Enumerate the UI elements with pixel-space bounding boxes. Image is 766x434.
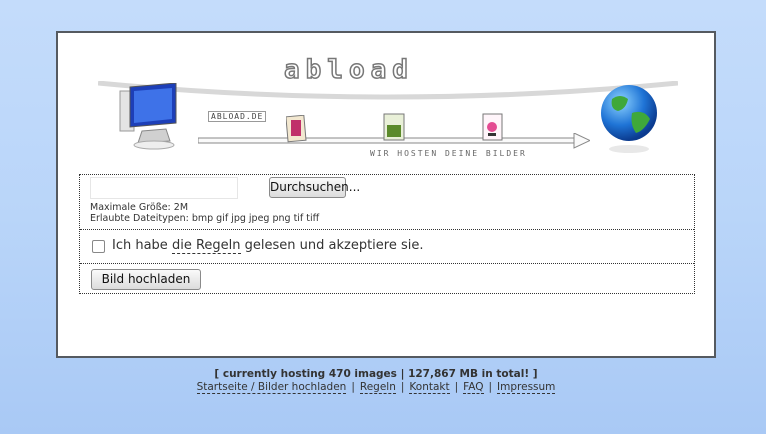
accept-rules-label: Ich habe die Regeln gelesen und akzeptie…: [112, 238, 424, 254]
computer-icon: [119, 83, 177, 150]
allowed-types-info: Erlaubte Dateitypen: bmp gif jpg jpeg pn…: [90, 213, 320, 224]
separator: |: [488, 381, 493, 393]
separator: |: [454, 381, 459, 393]
file-select-row: Durchsuchen... Maximale Größe: 2M Erlaub…: [80, 175, 694, 230]
image-thumbnail-icon: [383, 113, 405, 141]
footer-nav: Startseite / Bilder hochladen | Regeln | Kon…: [0, 381, 752, 394]
submit-row: Bild hochladen: [80, 264, 694, 293]
globe-icon: [601, 85, 657, 153]
accept-text-after: gelesen und akzeptiere sie.: [240, 238, 424, 253]
site-label: ABLOAD.DE: [208, 111, 267, 122]
image-thumbnail-icon: [482, 113, 503, 141]
separator: |: [351, 381, 355, 393]
browse-button[interactable]: Durchsuchen...: [269, 177, 360, 198]
rules-link[interactable]: die Regeln: [171, 238, 241, 254]
upload-form: Durchsuchen... Maximale Größe: 2M Erlaub…: [79, 174, 695, 294]
hosting-stats: [ currently hosting 470 images | 127,867…: [214, 368, 538, 380]
footer-link-rules[interactable]: Regeln: [359, 381, 396, 394]
abload-logo: abload: [283, 54, 414, 86]
accept-rules-checkbox[interactable]: [92, 240, 105, 253]
footer-link-home[interactable]: Startseite / Bilder hochladen: [196, 381, 347, 394]
accept-text-before: Ich habe: [112, 238, 172, 253]
upload-image-button[interactable]: Bild hochladen: [91, 269, 201, 290]
footer-link-contact[interactable]: Kontakt: [409, 381, 450, 394]
accept-rules-row: Ich habe die Regeln gelesen und akzeptie…: [80, 230, 694, 264]
footer-link-impressum[interactable]: Impressum: [497, 381, 556, 394]
image-thumbnail-icon: [286, 115, 307, 143]
abload-banner: abload ABLOAD.DE WIR HOSTEN DEINE BILDER: [98, 51, 678, 161]
separator: |: [400, 381, 405, 393]
file-input[interactable]: [90, 177, 238, 199]
max-size-info: Maximale Größe: 2M: [90, 202, 189, 213]
main-panel: abload ABLOAD.DE WIR HOSTEN DEINE BILDER…: [56, 31, 716, 358]
tagline: WIR HOSTEN DEINE BILDER: [370, 149, 527, 158]
footer-link-faq[interactable]: FAQ: [463, 381, 484, 394]
